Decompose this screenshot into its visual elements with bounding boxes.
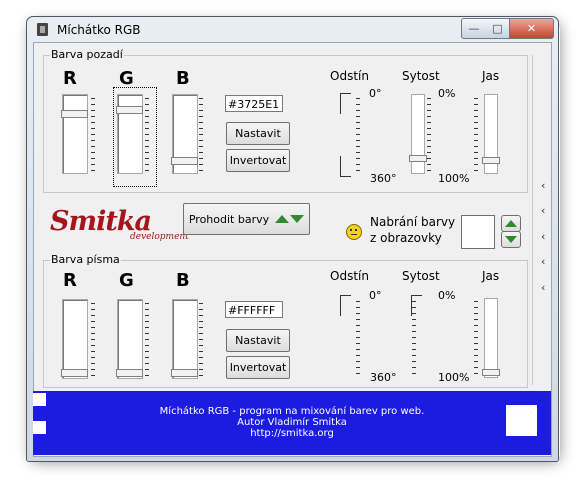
bg-g-slider[interactable] [116, 94, 143, 174]
fg-g-slider[interactable] [116, 299, 143, 379]
bg-r-ticks [91, 98, 95, 176]
text-group-legend: Barva písma [50, 253, 121, 266]
pick-up-button[interactable] [501, 215, 521, 232]
footer-preview-box [506, 405, 537, 436]
smitka-logo: Smitka development [50, 206, 189, 244]
app-icon [37, 23, 48, 36]
footer-corner-top [33, 393, 46, 406]
pick-color-label-1: Nabrání barvy [370, 215, 456, 229]
bg-g-ticks [145, 98, 149, 176]
fg-r-slider-thumb[interactable] [61, 369, 88, 377]
logo-subtext: development [130, 232, 189, 242]
bg-sat-slider-thumb[interactable] [409, 155, 427, 162]
fg-hue-header: Odstín [330, 269, 369, 283]
fg-bright-ticks [474, 301, 478, 379]
fg-sat-bottom-label: 100% [438, 371, 470, 384]
fg-hex-input[interactable]: #FFFFFF [225, 301, 283, 318]
bg-r-label: R [63, 68, 77, 89]
fg-b-label: B [176, 270, 190, 291]
right-edge-panel [532, 55, 551, 385]
smiley-icon [346, 224, 362, 240]
bg-sat-ticks [427, 98, 431, 176]
bg-hue-top-mark [340, 93, 351, 114]
bg-b-ticks [199, 98, 203, 176]
fg-g-ticks [145, 303, 149, 381]
bg-invert-button[interactable]: Invertovat [226, 149, 290, 172]
bg-hex-input[interactable]: #3725E1 [225, 95, 283, 112]
background-group-legend: Barva pozadí [50, 48, 124, 61]
bg-sat-bottom-label: 100% [438, 172, 470, 185]
side-chevron-3[interactable]: ‹ [541, 230, 545, 243]
pick-down-button[interactable] [501, 231, 521, 248]
footer-line-3: http://smitka.org [250, 428, 334, 439]
pick-color-label-2: z obrazovky [370, 231, 442, 245]
bg-g-slider-thumb[interactable] [116, 106, 143, 114]
window-title: Míchátko RGB [57, 23, 141, 37]
bg-b-slider[interactable] [171, 94, 198, 174]
bg-set-button[interactable]: Nastavit [226, 122, 290, 145]
fg-invert-button[interactable]: Invertovat [226, 356, 290, 379]
bg-hue-top-label: 0° [369, 87, 382, 100]
bg-sat-top-label: 0% [438, 87, 456, 100]
bg-brightness-slider-thumb[interactable] [482, 157, 500, 164]
side-chevron-4[interactable]: ‹ [541, 255, 545, 268]
bg-hue-header: Odstín [330, 69, 369, 83]
side-chevron-1[interactable]: ‹ [541, 179, 545, 192]
bg-hue-bottom-mark [340, 156, 351, 177]
bg-r-slider[interactable] [61, 94, 88, 174]
pick-down-arrow-icon [505, 236, 517, 243]
footer-line-2: Autor Vladimír Smitka [237, 417, 347, 428]
footer-line-1: Míchátko RGB - program na mixování barev… [159, 406, 425, 417]
fg-r-label: R [63, 270, 77, 291]
pick-up-arrow-icon [505, 220, 517, 227]
bg-sat-slider[interactable] [409, 94, 427, 174]
background-color-group: Barva pozadí R G B #3725E1 Nastavit Inve… [43, 48, 528, 193]
bg-b-slider-thumb[interactable] [171, 157, 198, 165]
bg-bright-header: Jas [482, 69, 500, 83]
bg-brightness-slider[interactable] [482, 94, 500, 174]
fg-hue-bottom-label: 360° [370, 371, 397, 384]
fg-r-ticks [91, 303, 95, 381]
fg-hue-top-mark [340, 295, 351, 316]
fg-g-slider-thumb[interactable] [116, 369, 143, 377]
fg-b-ticks [199, 303, 203, 381]
fg-r-slider[interactable] [61, 299, 88, 379]
fg-brightness-slider[interactable] [482, 298, 500, 378]
fg-bright-header: Jas [482, 269, 500, 283]
fg-b-slider-thumb[interactable] [171, 369, 198, 377]
fg-hue-top-label: 0° [369, 289, 382, 302]
bg-hue-ticks [356, 98, 360, 176]
fg-sat-top-mark [411, 295, 422, 316]
minimize-button[interactable]: — [461, 18, 487, 39]
fg-set-button[interactable]: Nastavit [226, 329, 290, 352]
swap-colors-button[interactable]: Prohodit barvy [183, 203, 310, 235]
bg-g-label: G [119, 68, 134, 89]
bg-r-slider-thumb[interactable] [61, 110, 88, 118]
bg-sat-header: Sytost [402, 69, 440, 83]
bg-hue-bottom-label: 360° [370, 172, 397, 185]
app-window: Míchátko RGB — □ ✕ Barva pozadí R G B #3… [26, 16, 559, 462]
fg-b-slider[interactable] [171, 299, 198, 379]
bg-bright-ticks [474, 98, 478, 176]
fg-hue-ticks [356, 301, 360, 379]
maximize-button[interactable]: □ [486, 18, 510, 39]
swap-colors-label: Prohodit barvy [188, 212, 270, 226]
side-chevron-5[interactable]: ‹ [541, 281, 545, 294]
footer-banner: Míchátko RGB - program na mixování barev… [33, 391, 551, 455]
bg-b-label: B [176, 68, 190, 89]
fg-sat-top-label: 0% [438, 289, 456, 302]
swap-up-arrow-icon [275, 215, 290, 223]
fg-sat-header: Sytost [402, 269, 440, 283]
close-button[interactable]: ✕ [510, 18, 554, 39]
picked-color-swatch[interactable] [461, 215, 495, 249]
side-chevron-2[interactable]: ‹ [541, 204, 545, 217]
title-bar[interactable]: Míchátko RGB — □ ✕ [27, 17, 558, 43]
text-color-group: Barva písma R G B #FFFFFF Nastavit Inver… [43, 253, 528, 388]
fg-brightness-slider-thumb[interactable] [482, 369, 500, 376]
fg-g-label: G [119, 270, 134, 291]
swap-down-arrow-icon [290, 215, 305, 223]
